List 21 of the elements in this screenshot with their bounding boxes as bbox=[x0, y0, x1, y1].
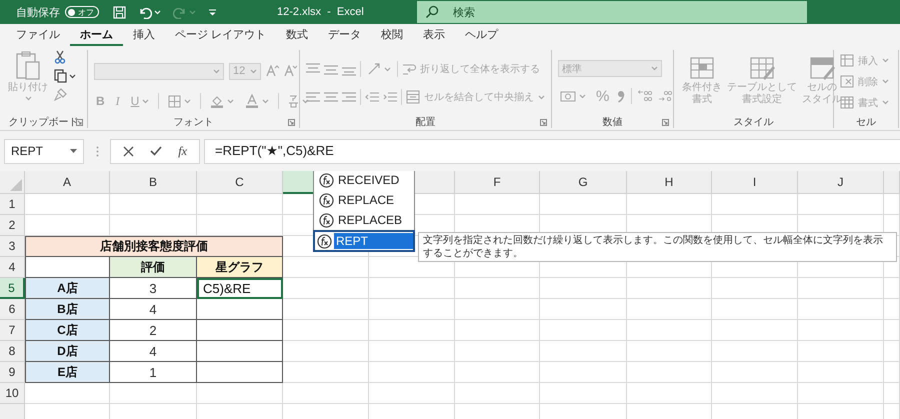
rating-cell: 3 bbox=[110, 278, 197, 299]
window-title: 12-2.xlsx - Excel bbox=[277, 6, 365, 18]
rating-cell: 2 bbox=[110, 320, 197, 341]
store-cell: A店 bbox=[25, 278, 110, 299]
group-label: 配置 bbox=[416, 116, 436, 128]
column-heading: 評価 bbox=[110, 257, 197, 278]
group-label: 数値 bbox=[602, 116, 622, 128]
store-cell: B店 bbox=[25, 299, 110, 320]
autosave-label: 自動保存 bbox=[16, 6, 60, 20]
store-cell: C店 bbox=[25, 320, 110, 341]
rating-cell: 4 bbox=[110, 299, 197, 320]
function-tooltip: 文字列を指定された回数だけ繰り返して表示します。この関数を使用して、セル幅全体に文字列を表示することができます。 bbox=[418, 232, 897, 262]
group-label: セル bbox=[856, 116, 876, 128]
rating-cell: 1 bbox=[110, 362, 197, 383]
store-cell: D店 bbox=[25, 341, 110, 362]
column-heading: 星グラフ bbox=[197, 257, 283, 278]
rating-cell: 4 bbox=[110, 341, 197, 362]
group-label: スタイル bbox=[734, 116, 774, 128]
store-cell: E店 bbox=[25, 362, 110, 383]
table-title: 店舗別接客態度評価 bbox=[25, 236, 283, 257]
group-label: フォント bbox=[174, 116, 214, 128]
